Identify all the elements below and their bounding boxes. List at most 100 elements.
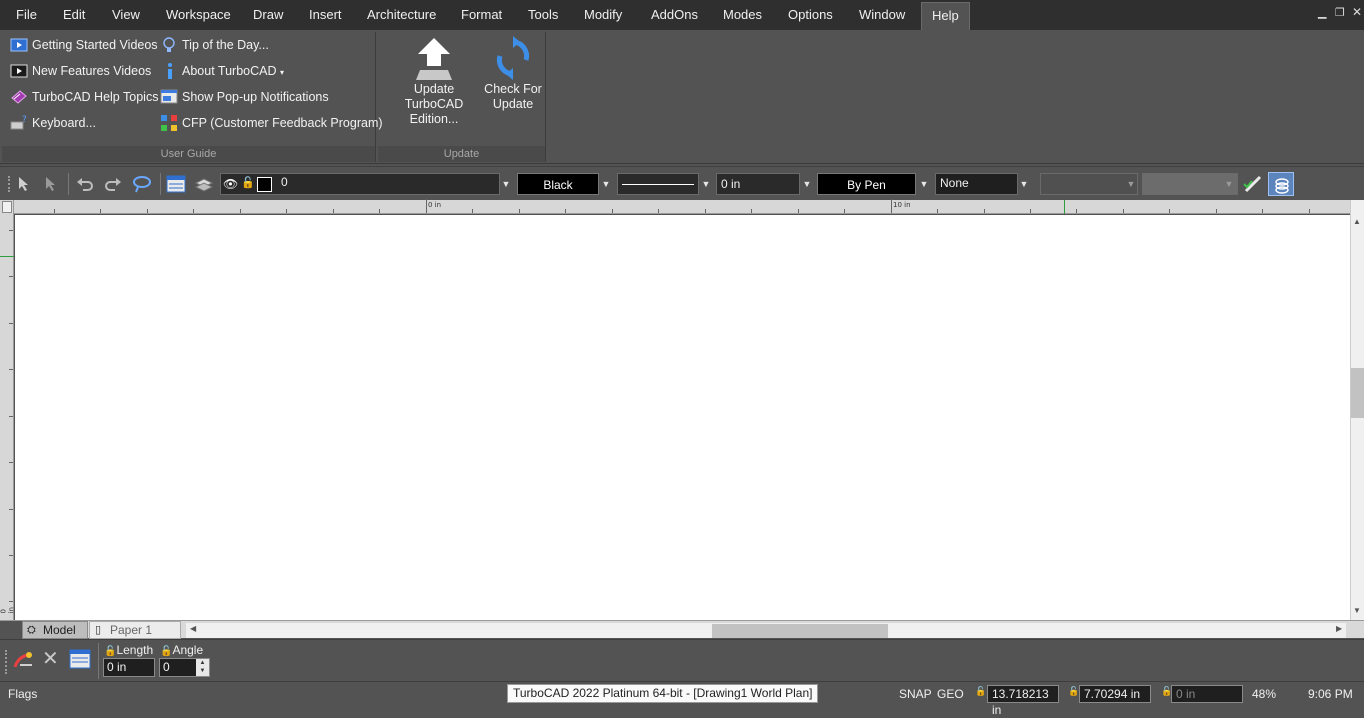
angle-spinner[interactable]: ▲ ▼	[196, 659, 209, 676]
toolbar-grip[interactable]	[8, 176, 10, 192]
horizontal-scroll-thumb[interactable]	[712, 624, 888, 638]
color-select[interactable]: Black	[517, 173, 599, 195]
fill-dropdown-icon[interactable]: ▼	[1017, 173, 1031, 195]
show-popup-notifications-button[interactable]: Show Pop-up Notifications	[160, 87, 329, 107]
menu-modify[interactable]: Modify	[584, 0, 622, 30]
menu-format[interactable]: Format	[461, 0, 502, 30]
menu-modes[interactable]: Modes	[723, 0, 762, 30]
cfp-label: CFP (Customer Feedback Program)	[182, 116, 383, 130]
scroll-down-icon[interactable]: ▼	[1353, 606, 1361, 615]
layer-dropdown-icon[interactable]: ▼	[499, 173, 513, 195]
pen-dropdown-icon[interactable]: ▼	[917, 173, 931, 195]
undo-icon[interactable]	[76, 176, 94, 192]
menu-workspace[interactable]: Workspace	[166, 0, 231, 30]
visibility-eye-icon[interactable]: 👁	[223, 177, 238, 191]
menu-insert[interactable]: Insert	[309, 0, 342, 30]
transparency-dropdown-icon[interactable]: ▼	[1222, 173, 1236, 195]
zoom-level[interactable]: 48%	[1252, 687, 1276, 701]
length-input[interactable]: 0 in	[103, 658, 155, 677]
drawing-canvas[interactable]	[15, 215, 1350, 620]
cancel-icon[interactable]: ✕	[42, 648, 59, 670]
thickness-dropdown-icon[interactable]: ▼	[800, 173, 814, 195]
menu-options[interactable]: Options	[788, 0, 833, 30]
lock-icon[interactable]: 🔓	[160, 646, 172, 657]
menu-view[interactable]: View	[112, 0, 140, 30]
update-turbocad-edition-button[interactable]: Update TurboCAD Edition...	[399, 32, 469, 144]
ribbon: Getting Started Videos New Features Vide…	[0, 30, 1364, 164]
tip-of-the-day-button[interactable]: Tip of the Day...	[160, 35, 269, 55]
edit-tool-icon[interactable]	[43, 176, 59, 192]
snap-toggle[interactable]: SNAP	[899, 687, 932, 701]
menu-tools[interactable]: Tools	[528, 0, 558, 30]
lasso-icon[interactable]	[132, 175, 152, 193]
ruler-label-10: 10 in	[893, 201, 911, 209]
check-for-update-button[interactable]: Check For Update	[478, 32, 548, 144]
check-for-update-label: Check For Update	[484, 82, 542, 111]
x-coordinate-field[interactable]: 13.718213 in	[987, 685, 1059, 717]
layers-grid-icon[interactable]	[166, 175, 186, 193]
color-dropdown-icon[interactable]: ▼	[599, 173, 613, 195]
thickness-field[interactable]: 0 in	[716, 173, 800, 195]
vertical-scroll-thumb[interactable]	[1351, 368, 1364, 418]
minimize-icon[interactable]: ▁	[1318, 6, 1326, 19]
new-features-videos-button[interactable]: New Features Videos	[10, 61, 151, 81]
angle-label: Angle	[172, 643, 204, 657]
brush-icon[interactable]	[1243, 175, 1263, 193]
restore-icon[interactable]: ❐	[1335, 6, 1345, 19]
line-style-dropdown-icon[interactable]: ▼	[699, 173, 713, 195]
tab-paper-1-label: Paper 1	[110, 623, 153, 637]
about-turbocad-button[interactable]: About TurboCAD ▾	[160, 61, 284, 81]
y-lock-icon[interactable]: 🔓	[1068, 686, 1079, 697]
properties-grid-icon[interactable]	[69, 649, 91, 669]
redo-icon[interactable]	[104, 176, 122, 192]
menu-architecture[interactable]: Architecture	[367, 0, 436, 30]
horizontal-scrollbar[interactable]: ◀ ▶	[186, 623, 1346, 638]
menu-file[interactable]: File	[16, 0, 37, 30]
cursor-indicator-horizontal	[1064, 200, 1065, 214]
help-topics-button[interactable]: TurboCAD Help Topics	[10, 87, 158, 107]
ruler-origin-corner[interactable]	[2, 201, 12, 213]
getting-started-videos-button[interactable]: Getting Started Videos	[10, 35, 158, 55]
keyboard-label: Keyboard...	[32, 116, 96, 130]
x-lock-icon[interactable]: 🔓	[975, 686, 986, 697]
menu-window[interactable]: Window	[859, 0, 905, 30]
select-arrow-icon[interactable]	[16, 176, 32, 192]
pattern-dropdown-icon[interactable]: ▼	[1124, 173, 1138, 195]
menu-addons[interactable]: AddOns	[651, 0, 698, 30]
info-icon	[168, 63, 172, 79]
menu-help[interactable]: Help	[921, 2, 970, 30]
snap-tool-icon[interactable]	[12, 649, 36, 671]
tab-paper-1[interactable]: ▯ Paper 1	[89, 621, 181, 639]
vertical-scrollbar[interactable]: ▲ ▼	[1350, 200, 1364, 620]
inspector-grip[interactable]	[5, 650, 7, 674]
scroll-left-icon[interactable]: ◀	[190, 624, 196, 633]
close-icon[interactable]: ✕	[1352, 5, 1362, 19]
menu-draw[interactable]: Draw	[253, 0, 283, 30]
line-style-select[interactable]	[617, 173, 699, 195]
toolbar-separator	[98, 643, 99, 679]
ribbon-group-update: Update TurboCAD Edition... Check For Upd…	[378, 32, 546, 162]
video-play-icon	[10, 38, 28, 52]
layer-properties-button[interactable]	[1268, 172, 1294, 196]
y-coordinate-field[interactable]: 7.70294 in	[1079, 685, 1151, 703]
feedback-icon	[161, 115, 177, 131]
pen-select[interactable]: By Pen	[817, 173, 916, 195]
layer-color-swatch[interactable]	[257, 177, 272, 192]
fill-select[interactable]: None	[935, 173, 1018, 195]
z-coordinate-field[interactable]: 0 in	[1171, 685, 1243, 703]
lock-icon[interactable]: 🔓	[104, 646, 116, 657]
tab-model[interactable]: ⛭ Model	[22, 621, 88, 639]
scroll-right-icon[interactable]: ▶	[1336, 624, 1342, 633]
ruler-label-0: 0 in	[428, 201, 442, 209]
cfp-button[interactable]: CFP (Customer Feedback Program)	[160, 113, 383, 133]
layer-value: 0	[281, 175, 288, 189]
scroll-up-icon[interactable]: ▲	[1353, 217, 1361, 226]
layer-select[interactable]: 👁 🔓 0	[220, 173, 500, 195]
geo-toggle[interactable]: GEO	[937, 687, 964, 701]
menu-edit[interactable]: Edit	[63, 0, 85, 30]
lock-icon[interactable]: 🔓	[241, 176, 255, 189]
layer-stack-icon[interactable]	[194, 175, 214, 193]
getting-started-videos-label: Getting Started Videos	[32, 38, 158, 52]
keyboard-button[interactable]: ? Keyboard...	[10, 113, 96, 133]
refresh-icon	[496, 36, 530, 80]
